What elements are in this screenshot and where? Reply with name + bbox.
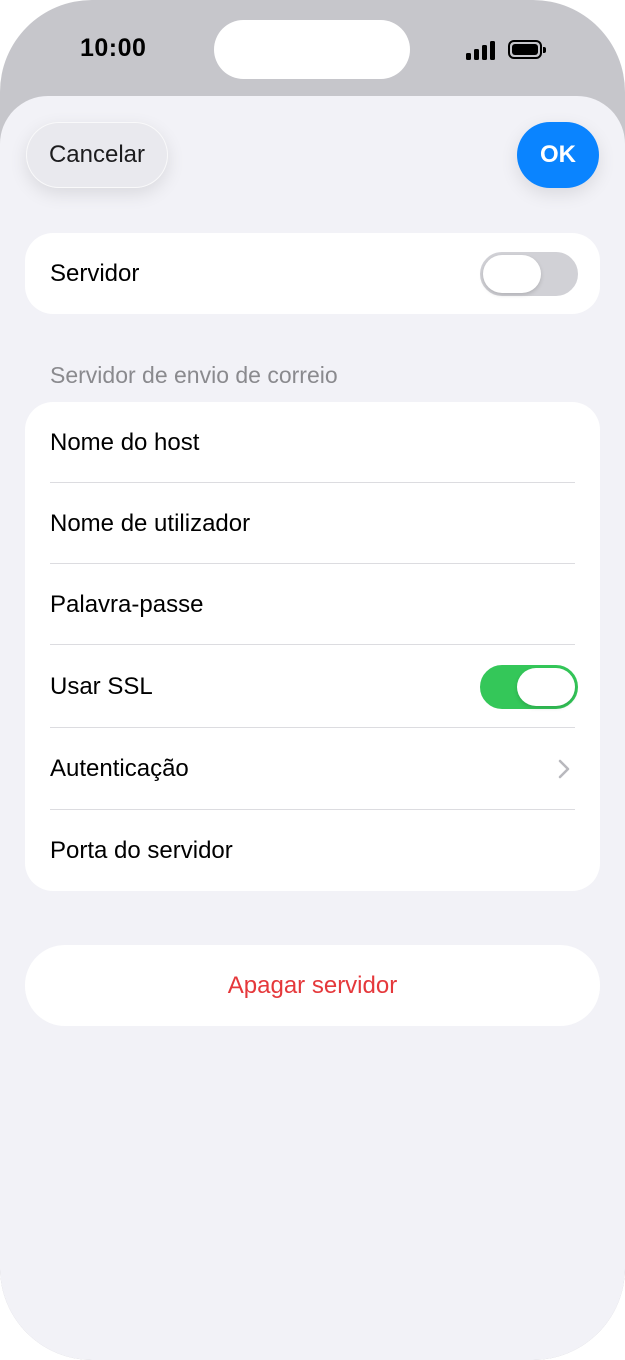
use-ssl-label: Usar SSL <box>50 672 153 700</box>
cellular-signal-icon <box>466 40 498 60</box>
status-bar: 10:00 <box>0 0 625 98</box>
use-ssl-row: Usar SSL <box>25 645 600 728</box>
delete-server-button[interactable]: Apagar servidor <box>25 945 600 1026</box>
battery-icon <box>508 40 546 59</box>
server-card: Servidor <box>25 233 600 314</box>
hostname-row[interactable]: Nome do host <box>25 402 600 483</box>
authentication-label: Autenticação <box>50 755 189 782</box>
cancel-button[interactable]: Cancelar <box>26 122 168 188</box>
status-time: 10:00 <box>80 34 147 62</box>
username-label: Nome de utilizador <box>50 509 251 537</box>
chevron-right-icon <box>558 759 570 779</box>
dynamic-island <box>214 20 410 79</box>
hostname-label: Nome do host <box>50 428 200 456</box>
outgoing-server-card: Nome do host Nome de utilizador Palavra-… <box>25 402 600 891</box>
outgoing-section-header: Servidor de envio de correio <box>50 362 338 388</box>
server-port-row[interactable]: Porta do servidor <box>25 810 600 891</box>
phone-frame: 10:00 Cancelar OK Servidor Servidor de e… <box>0 0 625 1360</box>
settings-sheet: Cancelar OK Servidor Servidor de envio d… <box>0 96 625 1360</box>
use-ssl-toggle[interactable] <box>480 664 578 709</box>
password-row[interactable]: Palavra-passe <box>25 564 600 645</box>
server-toggle[interactable] <box>480 251 578 296</box>
username-row[interactable]: Nome de utilizador <box>25 483 600 564</box>
server-port-label: Porta do servidor <box>50 836 233 864</box>
server-label: Servidor <box>50 259 140 287</box>
toggle-knob <box>483 254 541 293</box>
server-row: Servidor <box>25 233 600 314</box>
ok-button[interactable]: OK <box>517 122 599 188</box>
authentication-row[interactable]: Autenticação <box>25 728 600 810</box>
password-label: Palavra-passe <box>50 590 204 618</box>
toggle-knob <box>517 667 575 706</box>
